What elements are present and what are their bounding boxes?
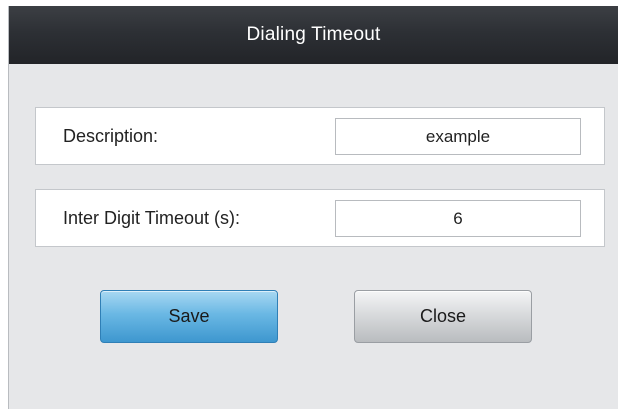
description-input[interactable] — [335, 118, 581, 155]
dialing-timeout-dialog: Dialing Timeout Description: Inter Digit… — [8, 6, 618, 409]
inter-digit-timeout-input[interactable] — [335, 200, 581, 237]
inter-digit-timeout-row: Inter Digit Timeout (s): — [35, 189, 605, 247]
inter-digit-timeout-label: Inter Digit Timeout (s): — [63, 207, 241, 228]
description-label: Description: — [63, 125, 159, 146]
dialog-title: Dialing Timeout — [246, 24, 381, 45]
description-row: Description: — [35, 107, 605, 165]
save-button[interactable]: Save — [100, 290, 278, 343]
close-button[interactable]: Close — [354, 290, 532, 343]
dialog-titlebar: Dialing Timeout — [9, 6, 618, 64]
